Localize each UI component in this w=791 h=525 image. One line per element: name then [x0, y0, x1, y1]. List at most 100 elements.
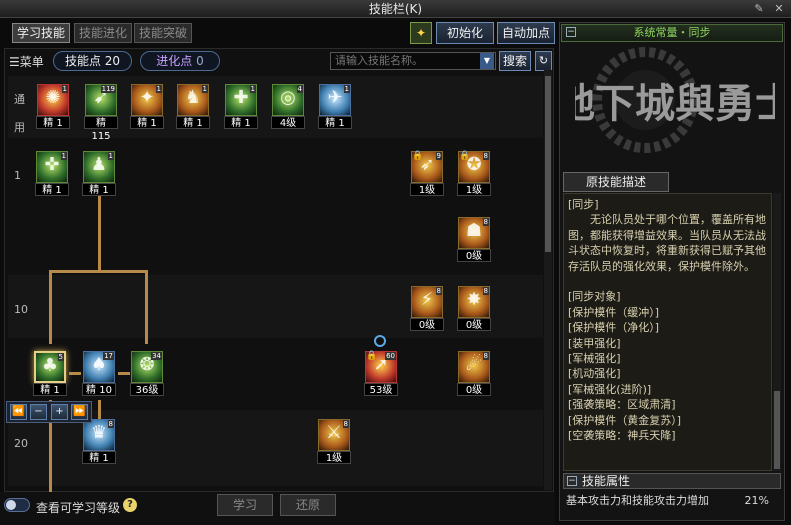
desc-line: [保护模件（净化）] — [568, 321, 660, 335]
skill-level-label: 0级 — [457, 383, 491, 396]
s-r20-2[interactable]: ⚔ 8 — [318, 419, 350, 451]
search-button[interactable]: 搜索 — [499, 51, 531, 71]
learnable-level-toggle[interactable] — [4, 498, 30, 512]
level-min-button[interactable]: ⏪ — [10, 404, 27, 420]
desc-line: 无论队员处于哪个位置，覆盖所有地图，都能获得增益效果。当队员从无法战斗状态中恢复… — [568, 213, 766, 273]
skill-badge: 119 — [100, 85, 116, 93]
s-r15-5[interactable]: ☄ 8 — [458, 351, 490, 383]
gear-icon — [374, 335, 386, 347]
s-common-2[interactable]: ➹ 119 — [85, 84, 117, 116]
s-r15-2[interactable]: ♠ 17 — [83, 351, 115, 383]
skill-level-label: 精 1 — [82, 451, 116, 464]
skill-badge: 8 — [342, 420, 349, 428]
skill-badge: 9 — [435, 152, 442, 160]
level-max-button[interactable]: ⏩ — [71, 404, 88, 420]
collapse-icon[interactable]: − — [567, 476, 577, 486]
lock-icon: 🔒 — [459, 151, 471, 161]
help-icon[interactable]: ? — [123, 498, 137, 512]
desc-scroll-thumb[interactable] — [774, 391, 780, 469]
skill-level-label: 53级 — [364, 383, 398, 396]
auto-assign-button[interactable]: 自动加点 — [497, 22, 555, 44]
star-button[interactable]: ✦ — [410, 22, 432, 44]
tree-connector — [69, 372, 81, 375]
refresh-icon[interactable]: ↻ — [535, 51, 552, 71]
menu-icon: ☰ — [9, 55, 20, 69]
evo-points-pill: 进化点 0 — [140, 51, 220, 71]
skill-search-input[interactable]: 请输入技能名称。 — [330, 52, 496, 70]
row-label-1: 1 — [14, 169, 21, 182]
skill-badge: 17 — [103, 352, 114, 360]
s-r10-1[interactable]: ⚡ 8 — [411, 286, 443, 318]
s-r20-1[interactable]: ♛ 8 — [83, 419, 115, 451]
s-common-1[interactable]: ✺ 1 — [37, 84, 69, 116]
tree-connector — [49, 270, 147, 273]
desc-line: [同步对象] — [568, 290, 621, 304]
skill-level-label: 0级 — [457, 318, 491, 331]
original-desc-tab[interactable]: 原技能描述 — [563, 172, 669, 192]
learn-button[interactable]: 学习 — [217, 494, 273, 516]
tab-skill-evolution[interactable]: 技能进化 — [74, 23, 132, 43]
skill-badge: 5 — [57, 353, 64, 361]
skill-points-label: 技能点 — [64, 54, 101, 68]
skill-prop-label: 基本攻击力和技能攻击力增加 — [566, 494, 709, 507]
level-down-button[interactable]: − — [30, 404, 47, 420]
skill-badge: 60 — [385, 352, 396, 360]
revert-button[interactable]: 还原 — [280, 494, 336, 516]
evo-points-value: 0 — [196, 54, 204, 68]
s-common-5[interactable]: ✚ 1 — [225, 84, 257, 116]
desc-line: [机动强化] — [568, 367, 621, 381]
toggle-knob — [6, 500, 16, 510]
skill-level-label: 精 1 — [224, 116, 258, 129]
skill-level-label: 精 1 — [130, 116, 164, 129]
s-r15-3[interactable]: ❂ 34 — [131, 351, 163, 383]
skill-badge: 8 — [435, 287, 442, 295]
skill-tree-scroll-thumb[interactable] — [545, 76, 551, 252]
skill-level-label: 精 1 — [36, 116, 70, 129]
skill-level-label: 精 1 — [35, 183, 69, 196]
skill-level-label: 4级 — [271, 116, 305, 129]
skill-badge: 8 — [482, 352, 489, 360]
skill-level-label: 精 1 — [33, 383, 67, 396]
collapse-icon[interactable]: − — [566, 27, 576, 37]
row-label-common: 通 用 — [14, 93, 25, 134]
evo-points-label: 进化点 — [156, 54, 193, 68]
s-common-3[interactable]: ✦ 1 — [131, 84, 163, 116]
s-common-7[interactable]: ✈ 1 — [319, 84, 351, 116]
close-icon[interactable]: ✕ — [772, 2, 786, 16]
skill-props-header[interactable]: − 技能属性 — [563, 473, 781, 489]
window-title: 技能栏(K) — [368, 2, 423, 16]
skill-badge: 1 — [155, 85, 162, 93]
search-dropdown-icon[interactable]: ▼ — [480, 53, 494, 69]
s-r5-1[interactable]: ☗ 8 — [458, 217, 490, 249]
skill-badge: 1 — [201, 85, 208, 93]
s-r10-2[interactable]: ✸ 8 — [458, 286, 490, 318]
skill-prop-row: 基本攻击力和技能攻击力增加 21% — [563, 493, 781, 509]
tab-skill-breakthrough[interactable]: 技能突破 — [134, 23, 192, 43]
skill-points-pill: 技能点 20 — [53, 51, 132, 71]
skill-badge: 1 — [249, 85, 256, 93]
skill-points-value: 20 — [104, 54, 121, 68]
level-up-button[interactable]: + — [51, 404, 68, 420]
pin-icon[interactable]: ✎ — [752, 2, 766, 16]
skill-level-label: 1级 — [457, 183, 491, 196]
init-button[interactable]: 初始化 — [436, 22, 494, 44]
row-label-10: 10 — [14, 303, 28, 316]
desc-line: [保护模件（黄金复苏）] — [568, 413, 682, 427]
menu-label[interactable]: ☰菜单 — [9, 53, 44, 70]
skill-title: 系统常量・同步 — [633, 26, 711, 39]
skill-level-label: 1级 — [410, 183, 444, 196]
skill-badge: 1 — [61, 85, 68, 93]
skill-badge: 1 — [343, 85, 350, 93]
s-r1-2[interactable]: ♟ 1 — [83, 151, 115, 183]
row-label-20: 20 — [14, 437, 28, 450]
skill-level-controls: ⏪ − + ⏩ — [6, 401, 92, 423]
tab-learn-skills[interactable]: 学习技能 — [12, 23, 70, 43]
skill-badge: 8 — [107, 420, 114, 428]
s-common-4[interactable]: ♞ 1 — [177, 84, 209, 116]
s-r1-1[interactable]: ✜ 1 — [36, 151, 68, 183]
s-r15-1[interactable]: ♣ 5 — [34, 351, 66, 383]
skill-level-label: 精 1 — [176, 116, 210, 129]
svg-text:地下城與勇士: 地下城與勇士 — [575, 80, 775, 127]
skill-level-label: 0级 — [457, 249, 491, 262]
s-common-6[interactable]: ◎ 4 — [272, 84, 304, 116]
